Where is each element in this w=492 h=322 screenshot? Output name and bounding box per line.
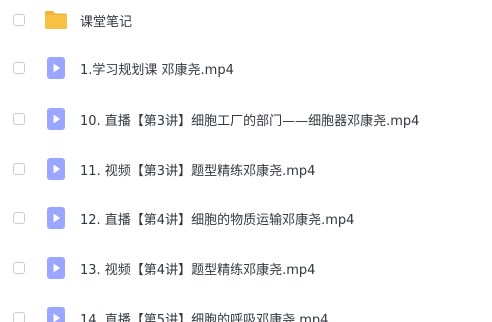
select-checkbox[interactable] bbox=[13, 312, 25, 322]
select-checkbox[interactable] bbox=[13, 113, 25, 125]
file-list: 课堂笔记 1.学习规划课 邓康尧.mp4 10. 直播【第3讲】细胞工厂的部门—… bbox=[0, 0, 492, 322]
file-row-video[interactable]: 11. 视频【第3讲】题型精练邓康尧.mp4 bbox=[0, 149, 492, 189]
video-file-icon bbox=[44, 306, 68, 322]
select-checkbox[interactable] bbox=[13, 163, 25, 175]
video-file-icon bbox=[44, 256, 68, 280]
file-row-folder[interactable]: 课堂笔记 bbox=[0, 0, 492, 40]
file-name[interactable]: 12. 直播【第4讲】细胞的物质运输邓康尧.mp4 bbox=[80, 209, 354, 228]
folder-icon bbox=[44, 8, 68, 32]
file-name[interactable]: 11. 视频【第3讲】题型精练邓康尧.mp4 bbox=[80, 160, 315, 179]
video-file-icon bbox=[44, 56, 68, 80]
file-row-video[interactable]: 1.学习规划课 邓康尧.mp4 bbox=[0, 48, 492, 88]
video-file-icon bbox=[44, 157, 68, 181]
file-name[interactable]: 课堂笔记 bbox=[80, 11, 132, 30]
select-checkbox[interactable] bbox=[13, 212, 25, 224]
file-row-video[interactable]: 10. 直播【第3讲】细胞工厂的部门——细胞器邓康尧.mp4 bbox=[0, 99, 492, 139]
file-name[interactable]: 1.学习规划课 邓康尧.mp4 bbox=[80, 59, 234, 78]
file-row-video[interactable]: 13. 视频【第4讲】题型精练邓康尧.mp4 bbox=[0, 248, 492, 288]
file-name[interactable]: 10. 直播【第3讲】细胞工厂的部门——细胞器邓康尧.mp4 bbox=[80, 110, 419, 129]
video-file-icon bbox=[44, 107, 68, 131]
file-row-video[interactable]: 12. 直播【第4讲】细胞的物质运输邓康尧.mp4 bbox=[0, 198, 492, 238]
video-file-icon bbox=[44, 206, 68, 230]
select-checkbox[interactable] bbox=[13, 62, 25, 74]
select-checkbox[interactable] bbox=[13, 262, 25, 274]
file-name[interactable]: 13. 视频【第4讲】题型精练邓康尧.mp4 bbox=[80, 259, 315, 278]
file-name[interactable]: 14. 直播【第5讲】细胞的呼吸邓康尧.mp4 bbox=[80, 309, 328, 322]
file-row-video[interactable]: 14. 直播【第5讲】细胞的呼吸邓康尧.mp4 bbox=[0, 298, 492, 322]
select-checkbox[interactable] bbox=[13, 14, 25, 26]
